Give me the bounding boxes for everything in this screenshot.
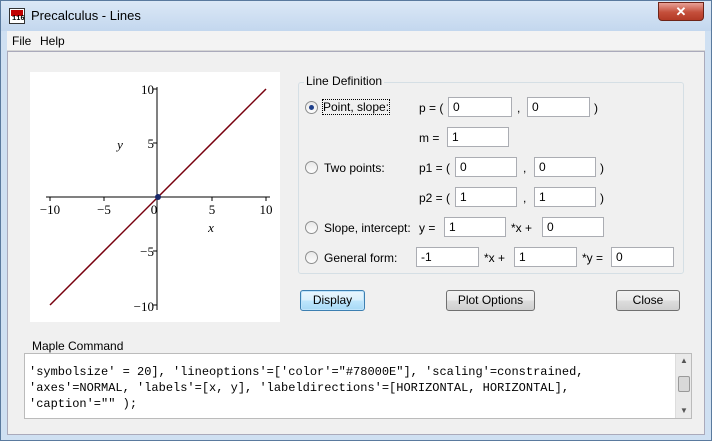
p2-comma: , — [523, 191, 527, 205]
p-y-input[interactable]: 0 — [527, 97, 590, 117]
plot-options-button[interactable]: Plot Options — [446, 290, 535, 311]
p2-close-paren: ) — [600, 191, 604, 205]
general-y-equals-label: *y = — [582, 251, 604, 265]
maple-command-legend: Maple Command — [30, 339, 126, 353]
plot-canvas: −10 −5 0 5 10 10 5 −5 −10 x y — [30, 72, 280, 322]
radio-selected-dot — [309, 105, 314, 110]
x-tick-label: 5 — [209, 202, 216, 217]
window-title: Precalculus - Lines — [31, 8, 141, 23]
menu-help[interactable]: Help — [40, 34, 65, 48]
client-area: −10 −5 0 5 10 10 5 −5 −10 x y Line Defin… — [7, 51, 705, 435]
option-general-form-label[interactable]: General form: — [324, 251, 397, 265]
plotted-point — [155, 194, 161, 200]
p1-x-input[interactable]: 0 — [455, 157, 517, 177]
y-tick-label: 5 — [148, 136, 155, 151]
general-c-input[interactable]: 0 — [611, 247, 674, 267]
p2-y-input[interactable]: 1 — [534, 187, 596, 207]
m-input[interactable]: 1 — [447, 127, 509, 147]
x-tick-label: −5 — [97, 202, 111, 217]
radio-two-points[interactable] — [305, 161, 318, 174]
title-bar[interactable]: 116 Precalculus - Lines ✕ — [1, 1, 711, 31]
y-tick-label: 10 — [141, 82, 154, 97]
y-axis-label: y — [115, 137, 123, 152]
p1-close-paren: ) — [600, 161, 604, 175]
y-tick-label: −5 — [140, 244, 154, 259]
slope-x-plus-label: *x + — [511, 221, 533, 235]
line-plot: −10 −5 0 5 10 10 5 −5 −10 x y — [40, 82, 273, 314]
close-button[interactable]: Close — [616, 290, 680, 311]
maple-vertical-scrollbar[interactable]: ▲ ▼ — [675, 354, 691, 418]
app-window: 116 Precalculus - Lines ✕ File Help −10 … — [0, 0, 712, 441]
x-tick-label: 10 — [260, 202, 273, 217]
display-button[interactable]: Display — [300, 290, 365, 311]
maple-command-line: 'symbolsize' = 20], 'lineoptions'=['colo… — [29, 365, 584, 379]
scroll-up-arrow-icon[interactable]: ▲ — [676, 354, 692, 368]
intercept-input[interactable]: 0 — [542, 217, 604, 237]
p1-label: p1 = ( — [419, 161, 451, 175]
p-comma: , — [517, 101, 521, 115]
maple-command-text: 'symbolsize' = 20], 'lineoptions'=['colo… — [29, 364, 675, 412]
p-label: p = ( — [419, 101, 444, 115]
maple-command-line: 'caption'="" ); — [29, 397, 138, 411]
option-two-points-label[interactable]: Two points: — [324, 161, 385, 175]
maple-app-icon: 116 — [9, 8, 25, 24]
maple-command-line: 'axes'=NORMAL, 'labels'=[x, y], 'labeldi… — [29, 381, 570, 395]
y-tick-label: −10 — [134, 299, 154, 314]
y-equals-label: y = — [419, 221, 436, 235]
p1-y-input[interactable]: 0 — [534, 157, 596, 177]
menu-bar: File Help — [7, 31, 705, 51]
radio-general-form[interactable] — [305, 251, 318, 264]
x-tick-label: −10 — [40, 202, 60, 217]
slope-input[interactable]: 1 — [444, 217, 506, 237]
p-close-paren: ) — [594, 101, 598, 115]
radio-slope-intercept[interactable] — [305, 221, 318, 234]
general-x-plus-label: *x + — [484, 251, 506, 265]
x-axis-label: x — [207, 220, 214, 235]
maple-command-textarea[interactable]: 'symbolsize' = 20], 'lineoptions'=['colo… — [24, 353, 692, 419]
general-b-input[interactable]: 1 — [514, 247, 577, 267]
general-a-input[interactable]: -1 — [416, 247, 479, 267]
p2-x-input[interactable]: 1 — [455, 187, 517, 207]
window-close-button[interactable]: ✕ — [658, 2, 704, 21]
scroll-down-arrow-icon[interactable]: ▼ — [676, 404, 692, 418]
p-x-input[interactable]: 0 — [448, 97, 512, 117]
line-definition-legend: Line Definition — [304, 74, 385, 88]
option-point-slope-label[interactable]: Point, slope: — [321, 99, 391, 115]
option-slope-intercept-label[interactable]: Slope, intercept: — [324, 221, 411, 235]
m-label: m = — [419, 131, 440, 145]
scroll-thumb[interactable] — [678, 376, 690, 392]
p1-comma: , — [523, 161, 527, 175]
p2-label: p2 = ( — [419, 191, 451, 205]
menu-file[interactable]: File — [12, 34, 31, 48]
radio-point-slope[interactable] — [305, 101, 318, 114]
